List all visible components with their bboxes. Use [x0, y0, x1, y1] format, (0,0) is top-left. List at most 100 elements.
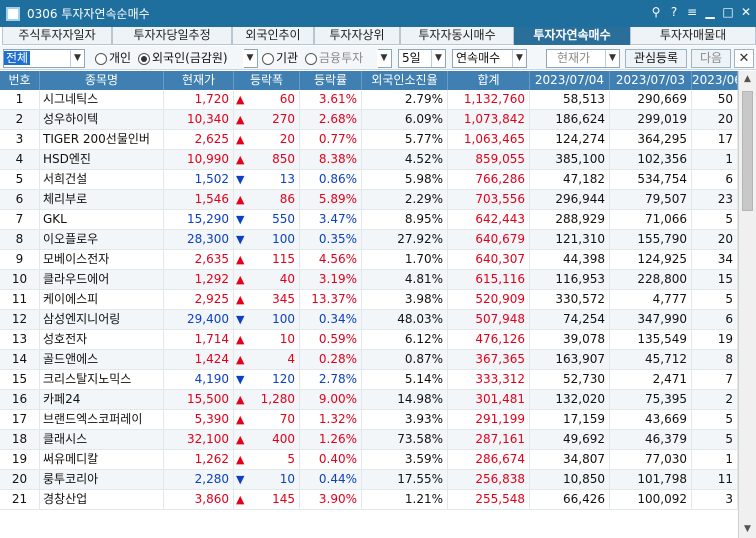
price-select-value: 현재가	[557, 51, 591, 65]
tab-investor-top[interactable]: 투자자상위	[314, 27, 400, 45]
cell-price: 29,400	[164, 310, 234, 329]
cell-rate: 8.38%	[300, 150, 362, 169]
tab-foreign-trend[interactable]: 외국인추이	[232, 27, 314, 45]
cell-day2: 228,800	[610, 270, 692, 289]
header-col-day2[interactable]: 2023/07/03	[610, 71, 692, 90]
cell-total: 1,073,842	[448, 110, 530, 129]
cell-change: ▲ 1,280	[234, 390, 300, 409]
cell-rate: 4.56%	[300, 250, 362, 269]
cell-change: ▲ 10	[234, 330, 300, 349]
header-col-foreign-exhaust[interactable]: 외국인소진율	[362, 71, 448, 90]
cell-change-value: 10	[279, 472, 295, 486]
mode-select[interactable]: 연속매수 ▼	[452, 49, 527, 68]
tab-investor-volume-profile[interactable]: 투자자매물대	[630, 27, 756, 45]
cell-foreign-exhaust: 2.79%	[362, 90, 448, 109]
table-row[interactable]: 3 TIGER 200선물인버 2,625 ▲ 20 0.77% 5.77% 1,063,46…	[0, 130, 738, 150]
cell-no: 3	[0, 130, 40, 149]
watchlist-button[interactable]: 관심등록	[625, 49, 687, 68]
tab-investor-daily[interactable]: 주식투자자일자	[2, 27, 112, 45]
header-col-name[interactable]: 종목명	[40, 71, 164, 90]
help-icon[interactable]: ?	[668, 5, 680, 19]
vertical-scrollbar[interactable]: ▲ ▼	[738, 71, 756, 538]
close-icon[interactable]: ✕	[740, 5, 752, 19]
maximize-icon[interactable]: □	[722, 5, 734, 19]
cell-price: 15,290	[164, 210, 234, 229]
tab-investor-estimate[interactable]: 투자자당일추정	[112, 27, 232, 45]
cell-day3: 8	[692, 350, 738, 369]
cell-total: 520,909	[448, 290, 530, 309]
pin-icon[interactable]: ⚲	[650, 5, 662, 19]
radio-individual[interactable]: 개인	[95, 49, 131, 68]
table-row[interactable]: 11 케이에스피 2,925 ▲ 345 13.37% 3.98% 520,909 330,57…	[0, 290, 738, 310]
cell-day3: 15	[692, 270, 738, 289]
close-panel-button[interactable]: ✕	[734, 49, 754, 68]
cell-change: ▲ 5	[234, 450, 300, 469]
cell-change: ▲ 270	[234, 110, 300, 129]
table-row[interactable]: 2 성우하이텍 10,340 ▲ 270 2.68% 6.09% 1,073,842 186,6…	[0, 110, 738, 130]
radio-inst-type[interactable]: 금융투자	[305, 49, 363, 68]
table-row[interactable]: 8 이오플로우 28,300 ▼ 100 0.35% 27.92% 640,679 121,31…	[0, 230, 738, 250]
header-col-rate[interactable]: 등락률	[300, 71, 362, 90]
market-select[interactable]: 전체 ▼	[3, 49, 85, 68]
price-select[interactable]: 현재가 ▼	[546, 49, 620, 68]
header-col-day3[interactable]: 2023/06	[692, 71, 738, 90]
cell-price: 2,625	[164, 130, 234, 149]
up-arrow-icon: ▲	[236, 453, 245, 466]
next-button[interactable]: 다음	[691, 49, 731, 68]
minimize-icon[interactable]: ▁	[704, 5, 716, 19]
cell-no: 1	[0, 90, 40, 109]
table-row[interactable]: 18 클래시스 32,100 ▲ 400 1.26% 73.58% 287,161 49,692…	[0, 430, 738, 450]
cell-name: 이오플로우	[40, 230, 164, 249]
cell-change-value: 20	[279, 132, 295, 146]
table-row[interactable]: 1 시그네틱스 1,720 ▲ 60 3.61% 2.79% 1,132,760 58,513 2…	[0, 90, 738, 110]
cell-price: 1,720	[164, 90, 234, 109]
cell-no: 7	[0, 210, 40, 229]
down-arrow-icon: ▼	[236, 473, 245, 486]
table-row[interactable]: 9 모베이스전자 2,635 ▲ 115 4.56% 1.70% 640,307 44,398 1…	[0, 250, 738, 270]
scroll-down-icon[interactable]: ▼	[739, 521, 756, 538]
scroll-thumb[interactable]	[742, 91, 753, 211]
days-select[interactable]: 5일 ▼	[398, 49, 446, 68]
down-arrow-icon: ▼	[236, 173, 245, 186]
cell-change-value: 100	[272, 232, 295, 246]
table-row[interactable]: 20 룽투코리아 2,280 ▼ 10 0.44% 17.55% 256,838 10,850 1…	[0, 470, 738, 490]
chevron-down-icon: ▼	[431, 50, 445, 67]
inst-type-select[interactable]: ▼	[377, 49, 392, 68]
table-row[interactable]: 12 삼성엔지니어링 29,400 ▼ 100 0.34% 48.03% 507,948 74,…	[0, 310, 738, 330]
radio-foreign[interactable]: 외국인(금감원)	[138, 49, 228, 68]
header-col-total[interactable]: 합계	[448, 71, 530, 90]
table-row[interactable]: 4 HSD엔진 10,990 ▲ 850 8.38% 4.52% 859,055 385,100…	[0, 150, 738, 170]
table-row[interactable]: 5 서희건설 1,502 ▼ 13 0.86% 5.98% 766,286 47,182 534,…	[0, 170, 738, 190]
cell-day2: 102,356	[610, 150, 692, 169]
header-col-price[interactable]: 현재가	[164, 71, 234, 90]
cell-name: 체리부로	[40, 190, 164, 209]
scroll-up-icon[interactable]: ▲	[739, 71, 756, 88]
cell-change-value: 86	[279, 192, 295, 206]
chevron-down-icon: ▼	[605, 50, 619, 67]
tab-investor-consecutive-buy[interactable]: 투자자연속매수	[514, 27, 630, 45]
up-arrow-icon: ▲	[236, 353, 245, 366]
table-row[interactable]: 10 클라우드에어 1,292 ▲ 40 3.19% 4.81% 615,116 116,953…	[0, 270, 738, 290]
menu-icon[interactable]: ≡	[686, 5, 698, 19]
chevron-down-icon: ▼	[70, 50, 84, 67]
cell-price: 10,990	[164, 150, 234, 169]
header-col-no[interactable]: 번호	[0, 71, 40, 90]
cell-no: 11	[0, 290, 40, 309]
radio-selected-icon	[138, 52, 150, 65]
header-col-day1[interactable]: 2023/07/04	[530, 71, 610, 90]
header-col-change[interactable]: 등락폭	[234, 71, 300, 90]
table-row[interactable]: 16 카페24 15,500 ▲ 1,280 9.00% 14.98% 301,481 132,…	[0, 390, 738, 410]
table-row[interactable]: 15 크리스탈지노믹스 4,190 ▼ 120 2.78% 5.14% 333,312 52,7…	[0, 370, 738, 390]
radio-institution[interactable]: 기관	[262, 49, 298, 68]
table-row[interactable]: 21 경창산업 3,860 ▲ 145 3.90% 1.21% 255,548 66,426 10…	[0, 490, 738, 510]
cell-day3: 20	[692, 230, 738, 249]
table-row[interactable]: 19 써유메디칼 1,262 ▲ 5 0.40% 3.59% 286,674 34,807 77,…	[0, 450, 738, 470]
up-arrow-icon: ▲	[236, 253, 245, 266]
table-row[interactable]: 6 체리부로 1,546 ▲ 86 5.89% 2.29% 703,556 296,944 79,…	[0, 190, 738, 210]
table-row[interactable]: 13 성호전자 1,714 ▲ 10 0.59% 6.12% 476,126 39,078 135…	[0, 330, 738, 350]
table-row[interactable]: 14 골드앤에스 1,424 ▲ 4 0.28% 0.87% 367,365 163,907 45…	[0, 350, 738, 370]
foreign-type-select[interactable]: ▼	[243, 49, 258, 68]
tab-investor-simul-buy[interactable]: 투자자동시매수	[400, 27, 514, 45]
table-row[interactable]: 17 브랜드엑스코퍼레이 5,390 ▲ 70 1.32% 3.93% 291,199 17,1…	[0, 410, 738, 430]
table-row[interactable]: 7 GKL 15,290 ▼ 550 3.47% 8.95% 642,443 288,929 71…	[0, 210, 738, 230]
